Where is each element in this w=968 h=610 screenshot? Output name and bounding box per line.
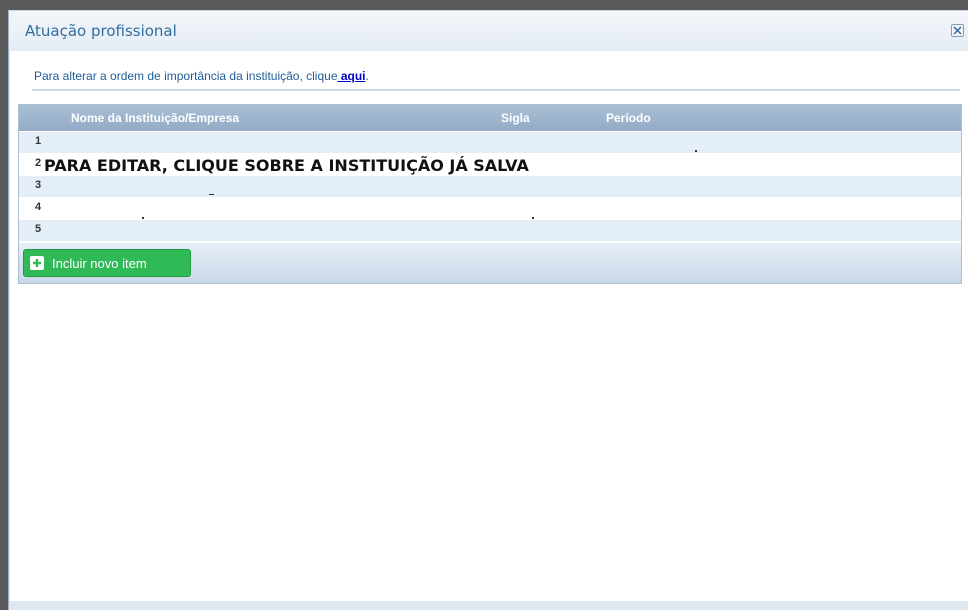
stray-dot [532, 217, 534, 219]
reorder-hint: Para alterar a ordem de importância da i… [34, 69, 369, 83]
table-row[interactable]: 1 [19, 131, 961, 153]
column-header-periodo[interactable]: Período [606, 111, 651, 125]
row-number: 4 [35, 201, 42, 213]
table-footer: Incluir novo item [19, 243, 961, 283]
row-number: 5 [35, 223, 42, 235]
table-header: Nome da Instituição/Empresa Sigla Períod… [19, 105, 961, 131]
dialog-atuacao-profissional: Atuação profissional Para alterar a orde… [8, 10, 968, 610]
table-row[interactable]: 4 [19, 197, 961, 219]
reorder-link[interactable]: aqui [338, 69, 366, 83]
table-row[interactable]: 5 [19, 219, 961, 241]
table-row[interactable]: 3 [19, 175, 961, 197]
hint-text: Para alterar a ordem de importância da i… [34, 69, 338, 83]
stray-dash [209, 194, 214, 195]
dialog-content: Para alterar a ordem de importância da i… [10, 51, 968, 601]
stray-dot [695, 150, 697, 152]
column-header-sigla[interactable]: Sigla [501, 111, 530, 125]
hint-suffix: . [365, 69, 369, 83]
row-number: 3 [35, 179, 42, 191]
institutions-table: Nome da Instituição/Empresa Sigla Períod… [18, 104, 962, 284]
divider [32, 89, 960, 91]
row-number: 1 [35, 135, 42, 147]
close-icon[interactable] [951, 24, 964, 37]
add-item-button[interactable]: Incluir novo item [23, 249, 191, 277]
row-number: 2 [35, 157, 42, 169]
edit-instruction: PARA EDITAR, CLIQUE SOBRE A INSTITUIÇÃO … [44, 156, 529, 175]
stray-dot [142, 217, 144, 219]
dialog-title: Atuação profissional [25, 22, 177, 40]
add-item-label: Incluir novo item [52, 256, 147, 271]
dialog-titlebar: Atuação profissional [9, 11, 968, 51]
plus-icon [30, 256, 44, 270]
column-header-institution[interactable]: Nome da Instituição/Empresa [71, 111, 239, 125]
